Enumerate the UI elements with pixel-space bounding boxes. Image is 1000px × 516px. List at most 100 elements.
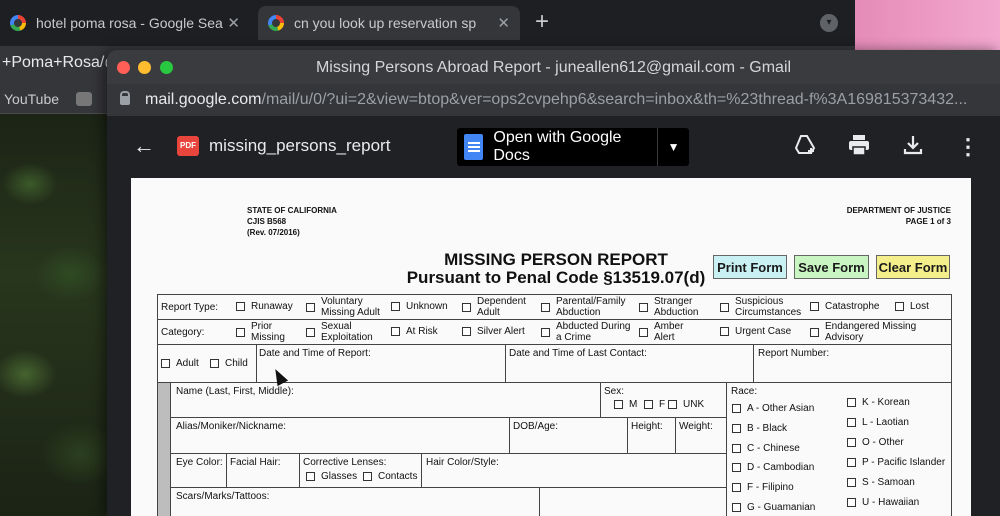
save-form-button[interactable]: Save Form xyxy=(794,255,869,279)
report-type-stranger-abduction[interactable]: Stranger Abduction xyxy=(639,296,715,318)
checkbox[interactable] xyxy=(732,404,741,413)
report-number-field[interactable]: Report Number: xyxy=(758,348,829,359)
print-icon[interactable] xyxy=(847,134,871,162)
report-type-parental-family-abduction[interactable]: Parental/Family Abduction xyxy=(541,296,633,318)
checkbox[interactable] xyxy=(462,327,471,336)
checkbox[interactable] xyxy=(847,418,856,427)
open-with-google-docs-button[interactable]: Open with Google Docs ▼ xyxy=(457,128,689,166)
category-prior-missing[interactable]: Prior Missing xyxy=(236,321,304,343)
report-type-suspicious-circumstances[interactable]: Suspicious Circumstances xyxy=(720,296,806,318)
checkbox[interactable] xyxy=(161,359,170,368)
age-child-option[interactable]: Child xyxy=(210,358,248,369)
checkbox[interactable] xyxy=(541,302,550,312)
checkbox[interactable] xyxy=(391,327,400,336)
checkbox[interactable] xyxy=(720,327,729,336)
checkbox[interactable] xyxy=(732,444,741,453)
category-amber-alert[interactable]: Amber Alert xyxy=(639,321,699,343)
category-at-risk[interactable]: At Risk xyxy=(391,326,438,337)
checkbox[interactable] xyxy=(306,472,315,481)
dob-age-field[interactable]: DOB/Age: xyxy=(513,421,558,432)
clear-form-button[interactable]: Clear Form xyxy=(876,255,950,279)
scars-marks-tattoos-field[interactable]: Scars/Marks/Tattoos: xyxy=(176,491,269,502)
report-type-unknown[interactable]: Unknown xyxy=(391,301,448,312)
sex-m-option[interactable]: M xyxy=(614,399,637,410)
checkbox[interactable] xyxy=(732,463,741,472)
date-of-report-field[interactable]: Date and Time of Report: xyxy=(259,348,371,359)
checkbox[interactable] xyxy=(614,400,623,409)
checkbox[interactable] xyxy=(810,302,819,311)
lenses-glasses-option[interactable]: Glasses xyxy=(306,471,357,482)
age-adult-option[interactable]: Adult xyxy=(161,358,199,369)
checkbox[interactable] xyxy=(732,483,741,492)
background-tab-reservation[interactable]: cn you look up reservation sp ✕ xyxy=(258,6,520,40)
new-tab-button[interactable]: + xyxy=(535,8,549,36)
category-silver-alert[interactable]: Silver Alert xyxy=(462,326,525,337)
checkbox[interactable] xyxy=(306,302,315,312)
checkbox[interactable] xyxy=(644,400,653,409)
checkbox[interactable] xyxy=(639,327,648,337)
category-endangered-missing-advisory[interactable]: Endangered Missing Advisory xyxy=(810,321,928,343)
checkbox[interactable] xyxy=(847,458,856,467)
lenses-contacts-option[interactable]: Contacts xyxy=(363,471,417,482)
race-option-b[interactable]: B - Black xyxy=(732,423,787,434)
race-option-l[interactable]: L - Laotian xyxy=(847,417,909,428)
date-of-last-contact-field[interactable]: Date and Time of Last Contact: xyxy=(509,348,647,359)
category-abducted-during-crime[interactable]: Abducted During a Crime xyxy=(541,321,633,343)
race-option-a[interactable]: A - Other Asian xyxy=(732,403,814,414)
weight-field[interactable]: Weight: xyxy=(679,421,713,432)
add-to-drive-icon[interactable] xyxy=(793,134,817,162)
background-tab-hotel[interactable]: hotel poma rosa - Google Sea ✕ xyxy=(0,6,250,40)
race-option-g[interactable]: G - Guamanian xyxy=(732,502,815,513)
more-vert-icon[interactable]: ⋮ xyxy=(957,134,979,160)
eye-color-field[interactable]: Eye Color: xyxy=(176,457,223,468)
bookmark-icon[interactable] xyxy=(76,92,92,106)
race-option-u[interactable]: U - Hawaiian xyxy=(847,497,919,508)
checkbox[interactable] xyxy=(732,503,741,512)
print-form-button[interactable]: Print Form xyxy=(713,255,787,279)
category-sexual-exploitation[interactable]: Sexual Exploitation xyxy=(306,321,382,343)
checkbox[interactable] xyxy=(462,302,471,312)
download-icon[interactable] xyxy=(902,134,924,162)
checkbox[interactable] xyxy=(847,498,856,507)
sex-unk-option[interactable]: UNK xyxy=(668,399,704,410)
checkbox[interactable] xyxy=(895,302,904,311)
close-icon[interactable]: ✕ xyxy=(227,14,240,32)
report-type-runaway[interactable]: Runaway xyxy=(236,301,293,312)
checkbox[interactable] xyxy=(363,472,372,481)
checkbox[interactable] xyxy=(668,400,677,409)
race-option-o[interactable]: O - Other xyxy=(847,437,904,448)
facial-hair-field[interactable]: Facial Hair: xyxy=(230,457,281,468)
checkbox[interactable] xyxy=(847,478,856,487)
height-field[interactable]: Height: xyxy=(631,421,663,432)
back-arrow-icon[interactable]: ← xyxy=(133,133,155,159)
race-option-f[interactable]: F - Filipino xyxy=(732,482,794,493)
tab-search-icon[interactable]: ▾ xyxy=(820,14,838,32)
checkbox[interactable] xyxy=(732,424,741,433)
checkbox[interactable] xyxy=(541,327,550,337)
report-type-dependent-adult[interactable]: Dependent Adult xyxy=(462,296,534,318)
checkbox[interactable] xyxy=(306,327,315,337)
checkbox[interactable] xyxy=(236,327,245,337)
race-option-d[interactable]: D - Cambodian xyxy=(732,462,814,473)
chevron-down-icon[interactable]: ▼ xyxy=(658,140,689,154)
checkbox[interactable] xyxy=(847,398,856,407)
bookmark-youtube[interactable]: YouTube xyxy=(4,91,59,107)
address-bar[interactable]: mail.google.com/mail/u/0/?ui=2&view=btop… xyxy=(107,84,1000,116)
report-type-catastrophe[interactable]: Catastrophe xyxy=(810,301,879,312)
report-type-voluntary-missing-adult[interactable]: Voluntary Missing Adult xyxy=(306,296,386,318)
checkbox[interactable] xyxy=(210,359,219,368)
race-option-c[interactable]: C - Chinese xyxy=(732,443,800,454)
alias-field[interactable]: Alias/Moniker/Nickname: xyxy=(176,421,286,432)
checkbox[interactable] xyxy=(391,302,400,311)
name-field[interactable]: Name (Last, First, Middle): xyxy=(176,386,294,397)
checkbox[interactable] xyxy=(639,302,648,312)
checkbox[interactable] xyxy=(236,302,245,311)
race-option-s[interactable]: S - Samoan xyxy=(847,477,915,488)
hair-color-style-field[interactable]: Hair Color/Style: xyxy=(426,457,499,468)
race-option-k[interactable]: K - Korean xyxy=(847,397,910,408)
checkbox[interactable] xyxy=(720,302,729,312)
report-type-lost[interactable]: Lost xyxy=(895,301,929,312)
race-option-p[interactable]: P - Pacific Islander xyxy=(847,457,945,468)
checkbox[interactable] xyxy=(847,438,856,447)
category-urgent-case[interactable]: Urgent Case xyxy=(720,326,791,337)
